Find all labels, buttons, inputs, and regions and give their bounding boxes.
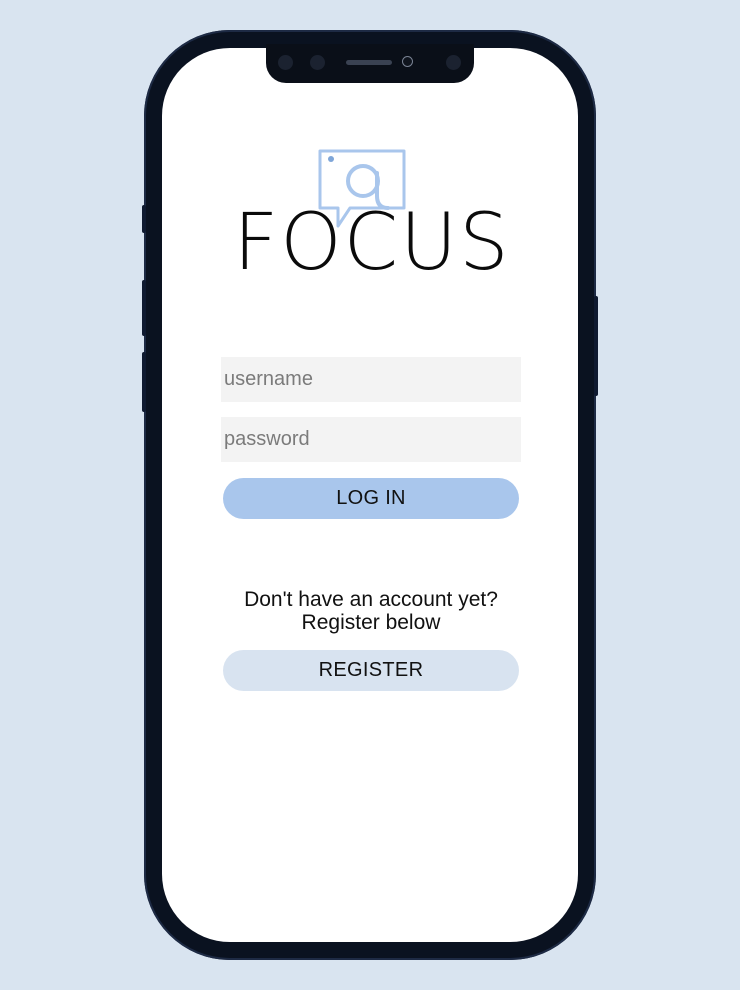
register-button[interactable]: REGISTER	[223, 650, 519, 691]
register-prompt-line-1: Don't have an account yet?	[244, 588, 498, 611]
password-input[interactable]	[221, 417, 521, 462]
register-prompt-line-2: Register below	[301, 611, 441, 634]
sensor-dot-right	[446, 55, 461, 70]
volume-up-button	[142, 280, 146, 336]
brand-wordmark: FOCUS	[233, 198, 511, 288]
silent-switch	[142, 205, 146, 233]
sensor-dot-left-2	[310, 55, 325, 70]
front-camera-icon	[402, 56, 413, 67]
login-button-label: LOG IN	[336, 487, 406, 509]
username-input[interactable]	[221, 357, 521, 402]
sensor-dot-left	[278, 55, 293, 70]
power-button	[594, 296, 598, 396]
phone-notch	[266, 44, 474, 83]
app-stage: FOCUS LOG IN Don't have an account yet? …	[0, 0, 740, 990]
earpiece-speaker	[346, 60, 392, 65]
register-button-label: REGISTER	[318, 659, 424, 681]
login-button[interactable]: LOG IN	[223, 478, 519, 519]
register-prompt: Don't have an account yet? Register belo…	[221, 588, 521, 634]
volume-down-button	[142, 352, 146, 412]
